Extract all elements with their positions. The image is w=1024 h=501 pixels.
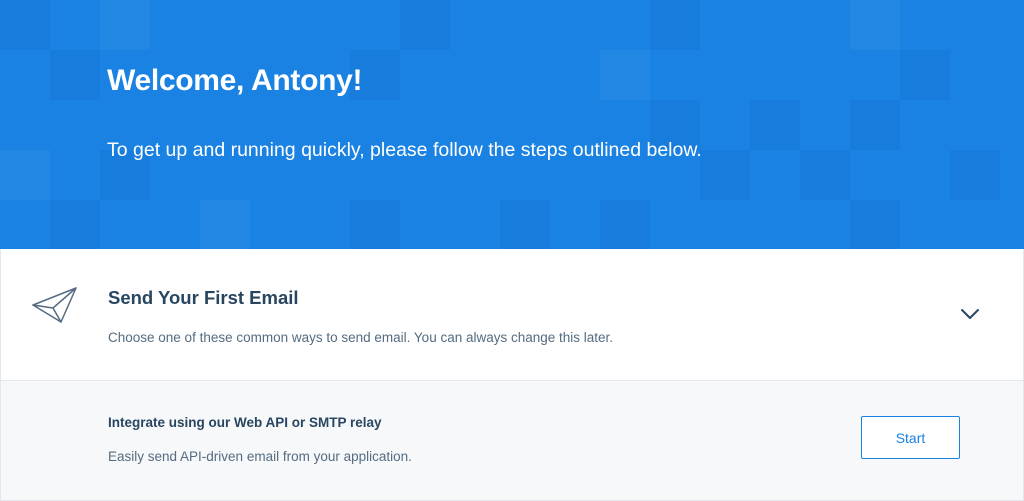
hero-pattern-tile [100, 0, 150, 50]
hero-pattern-tile [900, 50, 950, 100]
hero-pattern-tile [850, 100, 900, 150]
hero-pattern-tile [850, 0, 900, 50]
hero-pattern-tile [200, 200, 250, 249]
hero-pattern-tile [350, 200, 400, 249]
hero-pattern-tile [0, 0, 50, 50]
hero-pattern-tile [700, 150, 750, 200]
web-api-option: Integrate using our Web API or SMTP rela… [0, 381, 1024, 501]
start-button[interactable]: Start [861, 416, 960, 459]
welcome-hero: Welcome, Antony! To get up and running q… [0, 0, 1024, 249]
hero-pattern-tile [650, 0, 700, 50]
welcome-subtitle: To get up and running quickly, please fo… [107, 139, 702, 161]
option-description: Easily send API-driven email from your a… [108, 449, 412, 464]
chevron-down-icon[interactable] [959, 307, 981, 321]
hero-pattern-tile [50, 50, 100, 100]
hero-pattern-tile [800, 150, 850, 200]
hero-pattern-tile [950, 150, 1000, 200]
hero-pattern-tile [850, 200, 900, 249]
hero-pattern-tile [400, 0, 450, 50]
step-description: Choose one of these common ways to send … [108, 330, 614, 345]
paper-plane-icon [32, 287, 77, 323]
hero-pattern-tile [600, 200, 650, 249]
send-first-email-step[interactable]: Send Your First Email Choose one of thes… [0, 249, 1024, 381]
hero-pattern-tile [750, 100, 800, 150]
hero-pattern-tile [0, 150, 50, 200]
step-title: Send Your First Email [108, 287, 299, 308]
hero-pattern-tile [500, 200, 550, 249]
welcome-title: Welcome, Antony! [107, 64, 363, 97]
hero-pattern-tile [50, 200, 100, 249]
option-title: Integrate using our Web API or SMTP rela… [108, 415, 382, 430]
hero-pattern-tile [600, 50, 650, 100]
